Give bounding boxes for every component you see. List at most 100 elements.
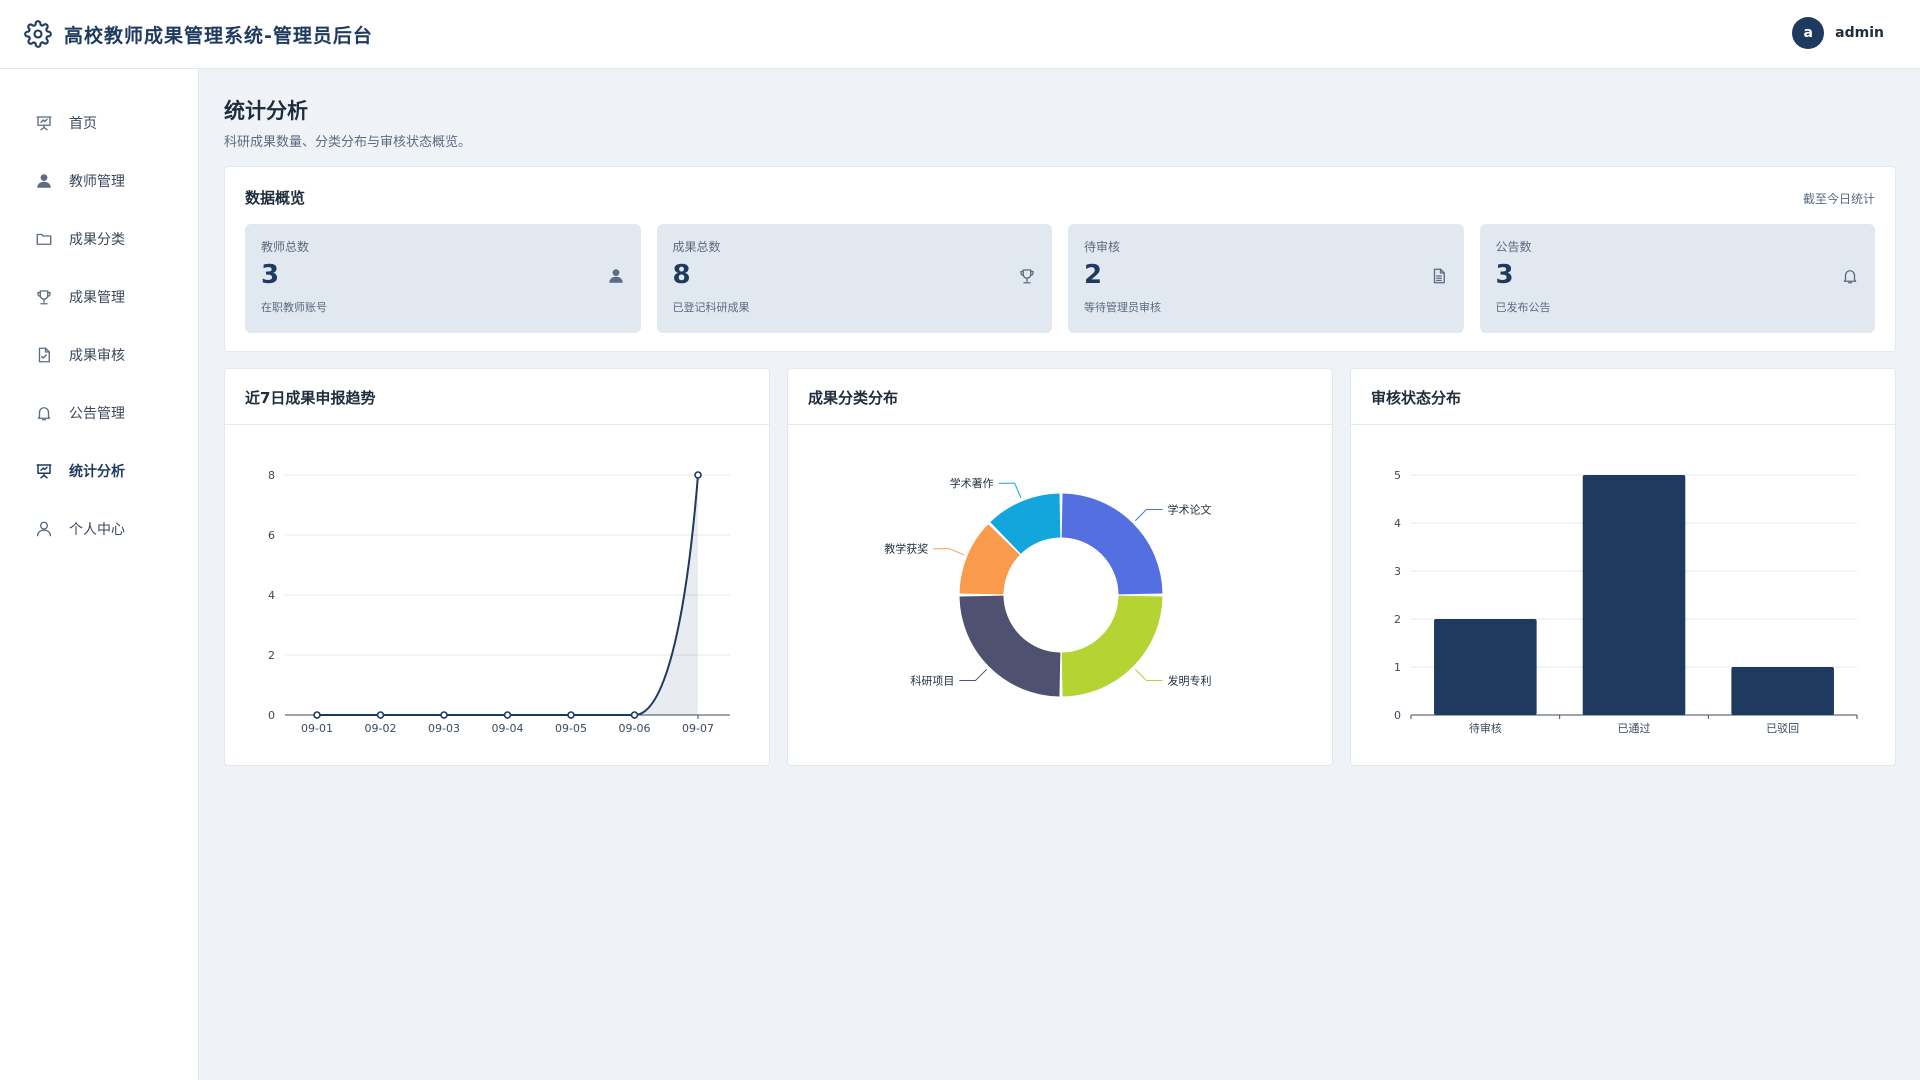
user-icon — [35, 172, 53, 190]
stat-desc: 等待管理员审核 — [1084, 301, 1161, 314]
sidebar-item-notices[interactable]: 公告管理 — [0, 384, 198, 442]
avatar[interactable]: a — [1792, 17, 1825, 49]
y-tick-label: 2 — [1394, 613, 1401, 626]
sidebar-item-label: 个人中心 — [69, 522, 125, 538]
bell-icon — [1841, 267, 1859, 285]
line-chart: 0 2 4 6 8 09-01 09-02 09-03 09-04 09-05 09-06 09-07 — [268, 469, 730, 735]
sidebar-item-home[interactable]: 首页 — [0, 94, 198, 152]
overview-title: 数据概览 — [245, 189, 306, 207]
user-menu[interactable]: a admin — [1792, 17, 1884, 49]
stat-label: 待审核 — [1084, 240, 1121, 254]
sidebar-item-review[interactable]: 成果审核 — [0, 326, 198, 384]
overview-panel: 数据概览 截至今日统计 教师总数 3 在职教师账号 成果总数 8 已登记科研成果… — [224, 166, 1896, 352]
data-point — [567, 711, 575, 719]
donut-chart: 学术论文发明专利 科研项目 教学获奖 学术著作 — [884, 476, 1212, 697]
card-title: 审核状态分布 — [1351, 369, 1895, 425]
y-tick-label: 0 — [268, 709, 275, 722]
stat-value: 3 — [1495, 260, 1514, 290]
y-tick-label: 4 — [268, 589, 275, 602]
stat-desc: 已发布公告 — [1495, 301, 1551, 314]
stat-desc: 已登记科研成果 — [672, 301, 750, 314]
bar — [1731, 667, 1834, 715]
card-title: 成果分类分布 — [788, 369, 1332, 425]
presentation-chart-icon — [35, 114, 53, 132]
page-subtitle: 科研成果数量、分类分布与审核状态概览。 — [224, 135, 472, 150]
charts-row: 近7日成果申报趋势 0 2 4 6 8 09-01 09-02 09-03 09-04 09-05… — [224, 368, 1896, 766]
stat-card-achievements: 成果总数 8 已登记科研成果 — [656, 224, 1052, 333]
sidebar-item-label: 统计分析 — [69, 464, 125, 480]
y-tick-label: 5 — [1394, 469, 1401, 482]
trophy-icon — [1018, 267, 1036, 285]
stat-label: 公告数 — [1495, 240, 1532, 254]
slice-label: 发明专利 — [1168, 674, 1212, 688]
main-content: 统计分析 科研成果数量、分类分布与审核状态概览。 数据概览 截至今日统计 教师总… — [224, 69, 1896, 766]
sidebar-item-label: 公告管理 — [69, 406, 125, 422]
x-tick-label: 待审核 — [1469, 721, 1502, 735]
slice-label: 教学获奖 — [884, 542, 928, 556]
x-tick-label: 09-02 — [365, 722, 397, 735]
data-point — [440, 711, 448, 719]
y-tick-label: 8 — [268, 469, 275, 482]
gear-icon[interactable] — [24, 20, 52, 48]
trophy-icon — [35, 288, 53, 306]
folder-icon — [35, 230, 53, 248]
sidebar-item-teachers[interactable]: 教师管理 — [0, 152, 198, 210]
y-tick-label: 6 — [268, 529, 275, 542]
sidebar-item-categories[interactable]: 成果分类 — [0, 210, 198, 268]
stat-value: 8 — [672, 260, 691, 290]
user-icon — [607, 267, 625, 285]
slice-label: 学术论文 — [1168, 502, 1212, 516]
y-tick-label: 3 — [1394, 565, 1401, 578]
bar-chart: 0 1 2 3 4 5 待审核 已通过 已驳回 — [1394, 469, 1858, 735]
stat-value: 3 — [261, 260, 280, 290]
user-outline-icon — [35, 520, 53, 538]
x-tick-label: 已驳回 — [1766, 722, 1799, 735]
y-tick-label: 0 — [1394, 709, 1401, 722]
data-point — [376, 711, 385, 719]
stat-label: 成果总数 — [672, 240, 721, 254]
data-point — [694, 471, 702, 479]
sidebar-item-label: 教师管理 — [69, 174, 125, 190]
slice-label: 科研项目 — [910, 674, 954, 688]
y-tick-label: 1 — [1394, 661, 1401, 674]
sidebar-item-label: 首页 — [69, 116, 97, 132]
stat-card-notices: 公告数 3 已发布公告 — [1479, 224, 1875, 333]
sidebar-item-profile[interactable]: 个人中心 — [0, 500, 198, 558]
overview-note: 截至今日统计 — [1802, 192, 1875, 206]
presentation-chart-icon — [35, 462, 53, 480]
label-line — [998, 482, 1022, 499]
category-card: 成果分类分布 学术论文发明专利 科研项目 教学获奖 学术著作 — [787, 368, 1333, 766]
x-tick-label: 09-03 — [428, 722, 460, 735]
y-tick-label: 2 — [268, 649, 275, 662]
label-line — [933, 548, 965, 556]
data-point — [630, 711, 639, 719]
label-line — [1134, 668, 1163, 682]
x-tick-label: 09-06 — [619, 722, 651, 735]
sidebar-item-achievements[interactable]: 成果管理 — [0, 268, 198, 326]
sidebar-item-label: 成果审核 — [69, 348, 125, 364]
x-tick-label: 09-05 — [555, 722, 587, 735]
sidebar-item-label: 成果管理 — [69, 290, 125, 306]
document-icon — [1430, 267, 1448, 285]
sidebar-item-label: 成果分类 — [69, 232, 125, 248]
top-header: 高校教师成果管理系统-管理员后台 a admin — [0, 0, 1920, 69]
x-tick-label: 09-04 — [492, 722, 524, 735]
x-tick-label: 09-01 — [301, 722, 333, 735]
bar — [1582, 475, 1686, 715]
stat-label: 教师总数 — [261, 240, 310, 254]
stat-card-pending: 待审核 2 等待管理员审核 — [1068, 224, 1464, 333]
y-tick-label: 4 — [1394, 517, 1401, 530]
slice-label: 学术著作 — [950, 476, 994, 490]
data-point — [503, 711, 512, 719]
sidebar-item-statistics[interactable]: 统计分析 — [0, 442, 198, 500]
user-name[interactable]: admin — [1835, 25, 1884, 41]
stat-value: 2 — [1084, 260, 1103, 290]
stat-card-teachers: 教师总数 3 在职教师账号 — [245, 224, 641, 333]
trend-card: 近7日成果申报趋势 0 2 4 6 8 09-01 09-02 09-03 09-04 09-05… — [224, 368, 770, 766]
stat-row: 教师总数 3 在职教师账号 成果总数 8 已登记科研成果 待审核 2 等待管理员… — [245, 224, 1875, 333]
card-title: 近7日成果申报趋势 — [225, 369, 769, 425]
sidebar: 首页 教师管理 成果分类 成果管理 成果审核 公告管理 统计分析 个人中心 — [0, 69, 199, 1080]
file-check-icon — [35, 346, 53, 364]
bell-icon — [35, 404, 53, 422]
bar — [1434, 619, 1537, 715]
